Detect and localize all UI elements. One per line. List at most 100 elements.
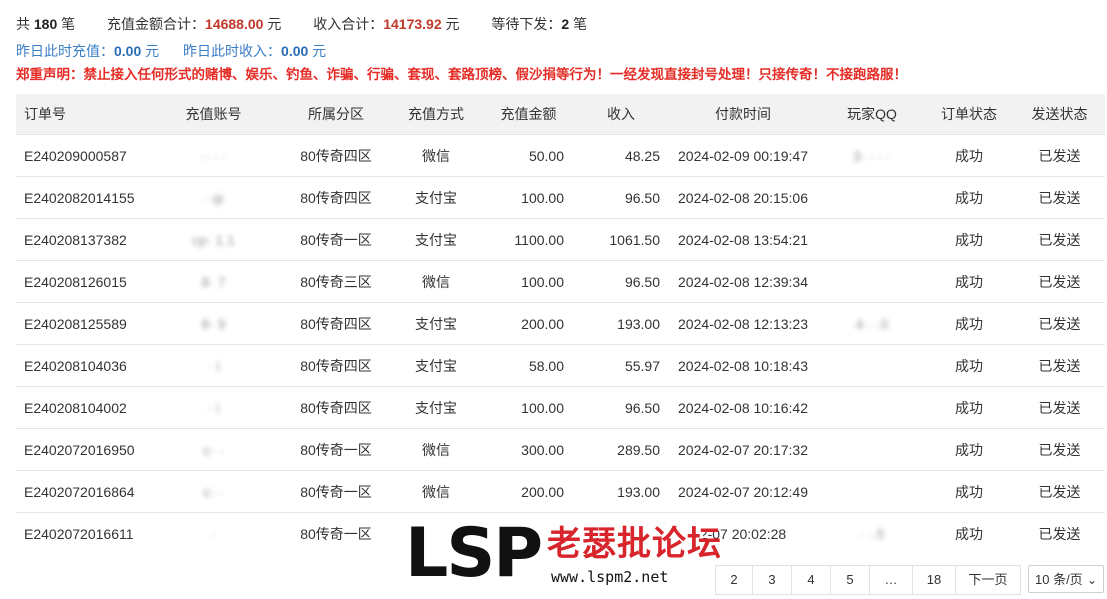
pagination: 2 3 4 5 … 18 下一页 bbox=[715, 565, 1021, 595]
table-row: E2402090005​87 ·· · · 80传奇四区 微信 50.00 48… bbox=[16, 134, 1105, 177]
pay-time: 2024-02-08 13:54:21 bbox=[666, 218, 820, 261]
pay-method: 支付宝 bbox=[391, 344, 481, 387]
page-ellipsis: … bbox=[869, 565, 913, 595]
order-id: E240208104002 bbox=[16, 386, 146, 429]
table-row: E2402072016864 c· · 80传奇一区 微信 200.00 193… bbox=[16, 470, 1105, 513]
watermark-name: 老瑟批论坛 bbox=[547, 525, 722, 563]
account: · qi bbox=[146, 176, 281, 219]
account: · bbox=[146, 512, 281, 554]
pay-time: 2024-02-07 20:12:49 bbox=[666, 470, 820, 513]
order-id: E2402082014155 bbox=[16, 176, 146, 219]
summary-bar: 共 180 笔 充值金额合计：14688.00 元 收入合计：14173.92 … bbox=[16, 14, 615, 34]
send-status: 已发送 bbox=[1014, 134, 1105, 177]
page-size-select[interactable]: 10 条/页 ⌄ bbox=[1028, 565, 1104, 593]
account: cp· 1.1 bbox=[146, 218, 281, 261]
player-qq bbox=[820, 218, 924, 261]
order-status: 成功 bbox=[924, 260, 1014, 303]
zone: 80传奇四区 bbox=[281, 176, 391, 219]
table-header-row: 订单号 充值账号 所属分区 充值方式 充值金额 收入 付款时间 玩家QQ 订单状… bbox=[16, 94, 1105, 135]
pay-method: 微信 bbox=[391, 134, 481, 177]
income: 1061.50 bbox=[576, 218, 666, 261]
pay-time: 2024-02-07 20:17:32 bbox=[666, 428, 820, 471]
account: 8· 9 bbox=[146, 302, 281, 345]
order-id: E240208125589 bbox=[16, 302, 146, 345]
send-status: 已发送 bbox=[1014, 218, 1105, 261]
col-account: 充值账号 bbox=[146, 94, 281, 135]
col-pay-time: 付款时间 bbox=[666, 94, 820, 135]
order-id: E240208104036 bbox=[16, 344, 146, 387]
zone: 80传奇一区 bbox=[281, 512, 391, 554]
amount: 200.00 bbox=[481, 302, 576, 345]
table-row: E240208126015 8· 7 80传奇三区 微信 100.00 96.5… bbox=[16, 260, 1105, 303]
orders-table: 订单号 充值账号 所属分区 充值方式 充值金额 收入 付款时间 玩家QQ 订单状… bbox=[16, 94, 1105, 554]
income: 96.50 bbox=[576, 176, 666, 219]
player-qq: · ·.5 bbox=[820, 512, 924, 554]
player-qq bbox=[820, 470, 924, 513]
player-qq bbox=[820, 176, 924, 219]
income: 193.00 bbox=[576, 302, 666, 345]
amount: 58.00 bbox=[481, 344, 576, 387]
next-page-button[interactable]: 下一页 bbox=[955, 565, 1021, 595]
pay-time: 2024-02-08 12:39:34 bbox=[666, 260, 820, 303]
col-income: 收入 bbox=[576, 94, 666, 135]
zone: 80传奇四区 bbox=[281, 344, 391, 387]
player-qq bbox=[820, 344, 924, 387]
player-qq bbox=[820, 386, 924, 429]
pay-method: 支付宝 bbox=[391, 302, 481, 345]
table-row: E240208125589 8· 9 80传奇四区 支付宝 200.00 193… bbox=[16, 302, 1105, 345]
col-amount: 充值金额 bbox=[481, 94, 576, 135]
page-3-button[interactable]: 3 bbox=[752, 565, 792, 595]
send-status: 已发送 bbox=[1014, 428, 1105, 471]
account: · i bbox=[146, 344, 281, 387]
order-id: E2402072016611 bbox=[16, 512, 146, 554]
order-id: E240208126015 bbox=[16, 260, 146, 303]
amount: 100.00 bbox=[481, 386, 576, 429]
pay-time: 2024-02-08 10:18:43 bbox=[666, 344, 820, 387]
chevron-down-icon: ⌄ bbox=[1086, 573, 1097, 587]
order-status: 成功 bbox=[924, 512, 1014, 554]
player-qq bbox=[820, 428, 924, 471]
amount: 50.00 bbox=[481, 134, 576, 177]
income: 96.50 bbox=[576, 260, 666, 303]
pay-method: 微信 bbox=[391, 470, 481, 513]
order-status: 成功 bbox=[924, 134, 1014, 177]
notice-text: 郑重声明：禁止接入任何形式的赌博、娱乐、钓鱼、诈骗、行骗、套现、套路顶榜、假沙捐… bbox=[16, 67, 907, 82]
total-count: 共 180 笔 bbox=[16, 16, 76, 32]
zone: 80传奇一区 bbox=[281, 218, 391, 261]
income: 55.97 bbox=[576, 344, 666, 387]
send-status: 已发送 bbox=[1014, 344, 1105, 387]
order-status: 成功 bbox=[924, 428, 1014, 471]
order-status: 成功 bbox=[924, 176, 1014, 219]
income: 48.25 bbox=[576, 134, 666, 177]
zone: 80传奇一区 bbox=[281, 428, 391, 471]
page-18-button[interactable]: 18 bbox=[912, 565, 956, 595]
table-row: E240208104036 · i 80传奇四区 支付宝 58.00 55.97… bbox=[16, 344, 1105, 387]
pay-method: 微信 bbox=[391, 260, 481, 303]
page-2-button[interactable]: 2 bbox=[715, 565, 753, 595]
pay-method: 支付宝 bbox=[391, 176, 481, 219]
order-id: E2402072016950 bbox=[16, 428, 146, 471]
col-order-id: 订单号 bbox=[16, 94, 146, 135]
order-status: 成功 bbox=[924, 344, 1014, 387]
order-id: E2402072016864 bbox=[16, 470, 146, 513]
zone: 80传奇三区 bbox=[281, 260, 391, 303]
order-status: 成功 bbox=[924, 470, 1014, 513]
account: c· · bbox=[146, 470, 281, 513]
pay-time: 2024-02-08 12:13:23 bbox=[666, 302, 820, 345]
zone: 80传奇四区 bbox=[281, 134, 391, 177]
player-qq: 3· · · · bbox=[820, 134, 924, 177]
table-row: E2402082014155 · qi 80传奇四区 支付宝 100.00 96… bbox=[16, 176, 1105, 219]
recharge-total: 充值金额合计：14688.00 元 bbox=[107, 16, 282, 32]
page-4-button[interactable]: 4 bbox=[791, 565, 831, 595]
col-player-qq: 玩家QQ bbox=[820, 94, 924, 135]
yesterday-recharge: 昨日此时充值：0.00 元 bbox=[16, 43, 160, 59]
table-row: E2402072016950 c· · 80传奇一区 微信 300.00 289… bbox=[16, 428, 1105, 471]
order-id: E240208137382 bbox=[16, 218, 146, 261]
amount: 100.00 bbox=[481, 260, 576, 303]
amount: 300.00 bbox=[481, 428, 576, 471]
page-5-button[interactable]: 5 bbox=[830, 565, 870, 595]
account: 8· 7 bbox=[146, 260, 281, 303]
send-status: 已发送 bbox=[1014, 386, 1105, 429]
send-status: 已发送 bbox=[1014, 470, 1105, 513]
amount: 200.00 bbox=[481, 470, 576, 513]
